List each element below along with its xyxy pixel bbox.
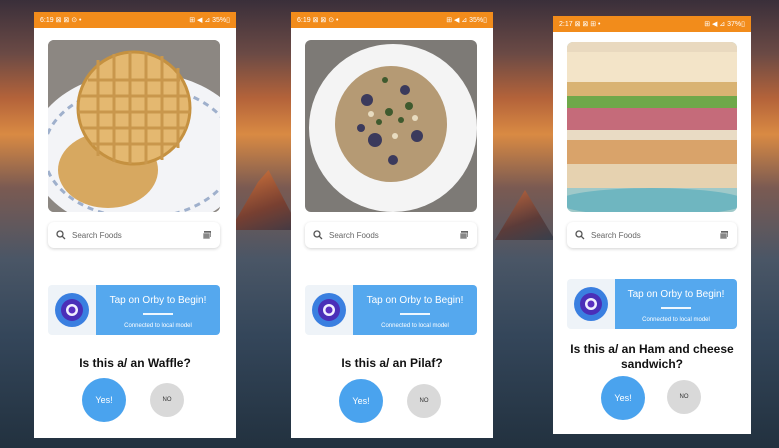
status-icons-right: ⊞ ◀ ⊿ 35%▯ bbox=[446, 17, 487, 24]
status-bar: 2:17 ⊠ ⊠ ⊞ • ⊞ ◀ ⊿ 37%▯ bbox=[553, 16, 751, 32]
status-bar: 6:19 ⊠ ⊠ ⊙ • ⊞ ◀ ⊿ 35%▯ bbox=[34, 12, 236, 28]
orby-progress-bar bbox=[400, 313, 430, 315]
phone-screen-sandwich: 2:17 ⊠ ⊠ ⊞ • ⊞ ◀ ⊿ 37%▯ Search Foods Tap bbox=[553, 16, 751, 434]
search-input[interactable]: Search Foods bbox=[72, 231, 202, 240]
orby-avatar[interactable] bbox=[48, 285, 96, 335]
search-bar[interactable]: Search Foods bbox=[567, 222, 737, 248]
search-input[interactable]: Search Foods bbox=[329, 231, 459, 240]
pilaf-photo bbox=[305, 40, 477, 212]
yes-button[interactable]: Yes! bbox=[601, 376, 645, 420]
search-icon bbox=[313, 230, 323, 240]
no-button[interactable]: NO bbox=[150, 383, 184, 417]
status-icons-left: ⊠ ⊠ ⊞ • bbox=[574, 21, 601, 28]
orby-panel[interactable]: Tap on Orby to Begin! Connected to local… bbox=[305, 285, 477, 335]
mountain-peak-right bbox=[495, 190, 555, 240]
food-question: Is this a/ an Pilaf? bbox=[341, 356, 443, 370]
gallery-icon[interactable] bbox=[719, 230, 729, 240]
status-time: 6:19 bbox=[40, 17, 54, 24]
orby-avatar[interactable] bbox=[305, 285, 353, 335]
no-button[interactable]: NO bbox=[407, 384, 441, 418]
gallery-icon[interactable] bbox=[202, 230, 212, 240]
status-icons-right: ⊞ ◀ ⊿ 35%▯ bbox=[189, 17, 230, 24]
sandwich-photo bbox=[567, 42, 737, 212]
orby-tap-label[interactable]: Tap on Orby to Begin! bbox=[353, 295, 477, 306]
orby-progress-bar bbox=[661, 307, 691, 309]
orby-avatar[interactable] bbox=[567, 279, 615, 329]
orby-message-area[interactable]: Tap on Orby to Begin! Connected to local… bbox=[353, 285, 477, 335]
orby-message-area[interactable]: Tap on Orby to Begin! Connected to local… bbox=[96, 285, 220, 335]
search-icon bbox=[56, 230, 66, 240]
no-button[interactable]: NO bbox=[667, 380, 701, 414]
orby-connection-status: Connected to local model bbox=[124, 323, 192, 329]
orby-panel[interactable]: Tap on Orby to Begin! Connected to local… bbox=[567, 279, 737, 329]
search-icon bbox=[575, 230, 585, 240]
mountain-peak-left bbox=[230, 170, 300, 230]
orby-panel[interactable]: Tap on Orby to Begin! Connected to local… bbox=[48, 285, 220, 335]
orby-orb-icon[interactable] bbox=[54, 292, 90, 328]
phone-screen-waffle: 6:19 ⊠ ⊠ ⊙ • ⊞ ◀ ⊿ 35%▯ Search Foods Tap… bbox=[34, 12, 236, 438]
search-input[interactable]: Search Foods bbox=[591, 231, 719, 240]
gallery-icon[interactable] bbox=[459, 230, 469, 240]
orby-connection-status: Connected to local model bbox=[381, 323, 449, 329]
orby-message-area[interactable]: Tap on Orby to Begin! Connected to local… bbox=[615, 279, 737, 329]
waffle-photo bbox=[48, 40, 220, 212]
food-question: Is this a/ an Ham and cheese sandwich? bbox=[570, 342, 734, 371]
phone-screen-pilaf: 6:19 ⊠ ⊠ ⊙ • ⊞ ◀ ⊿ 35%▯ Search Foods Tap… bbox=[291, 12, 493, 438]
search-bar[interactable]: Search Foods bbox=[48, 222, 220, 248]
status-icons-left: ⊠ ⊠ ⊙ • bbox=[55, 17, 82, 24]
orby-tap-label[interactable]: Tap on Orby to Begin! bbox=[615, 289, 737, 300]
orby-progress-bar bbox=[143, 313, 173, 315]
search-bar[interactable]: Search Foods bbox=[305, 222, 477, 248]
status-icons-left: ⊠ ⊠ ⊙ • bbox=[312, 17, 339, 24]
orby-tap-label[interactable]: Tap on Orby to Begin! bbox=[96, 295, 220, 306]
status-bar: 6:19 ⊠ ⊠ ⊙ • ⊞ ◀ ⊿ 35%▯ bbox=[291, 12, 493, 28]
status-icons-right: ⊞ ◀ ⊿ 37%▯ bbox=[704, 21, 745, 28]
orby-connection-status: Connected to local model bbox=[642, 317, 710, 323]
orby-orb-icon[interactable] bbox=[573, 286, 609, 322]
orby-orb-icon[interactable] bbox=[311, 292, 347, 328]
food-question: Is this a/ an Waffle? bbox=[79, 356, 191, 370]
yes-button[interactable]: Yes! bbox=[82, 378, 126, 422]
yes-button[interactable]: Yes! bbox=[339, 379, 383, 423]
status-time: 6:19 bbox=[297, 17, 311, 24]
status-time: 2:17 bbox=[559, 21, 573, 28]
